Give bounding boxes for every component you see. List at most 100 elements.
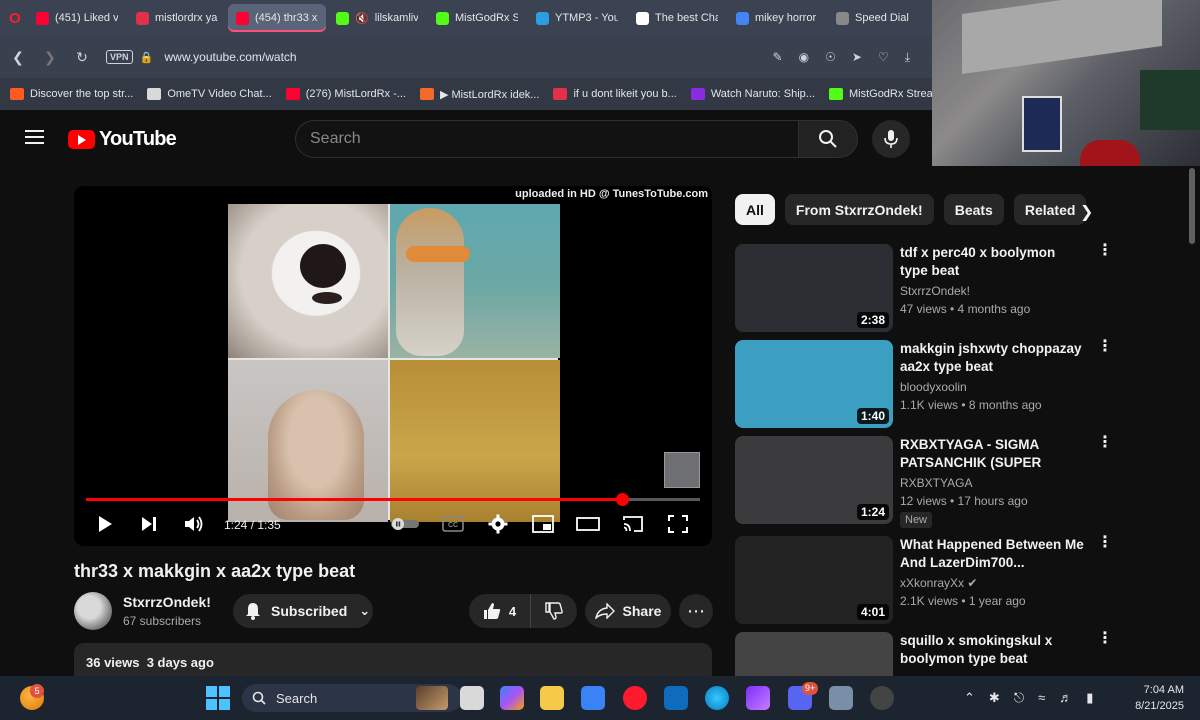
opera-logo-icon[interactable]: O (4, 7, 26, 29)
recommendation-channel[interactable]: StxrrzOndek! (900, 284, 970, 298)
more-vertical-icon[interactable]: ⋮ (1097, 339, 1113, 355)
subscribed-button[interactable]: Subscribed ⌄ (233, 594, 373, 628)
recommendation-item[interactable]: 1:40 makkgin jshxwty choppazay aa2x type … (735, 339, 1195, 432)
recommendation-thumbnail[interactable]: 2:38 (735, 244, 893, 332)
speaker-icon[interactable]: ♬ (1059, 690, 1072, 706)
wifi-icon[interactable]: ≈ (1038, 690, 1045, 706)
progress-bar[interactable] (86, 493, 700, 506)
more-vertical-icon[interactable]: ⋮ (1097, 243, 1113, 259)
captions-button[interactable]: CC (442, 514, 464, 534)
file-explorer-icon[interactable] (540, 686, 564, 710)
bookmark-item[interactable]: if u dont likeit you b... (553, 88, 677, 100)
recommendation-item[interactable]: 1:24 RXBXTYAGA - SIGMA PATSANCHIK (SUPER … (735, 435, 1195, 528)
obs-icon[interactable] (870, 686, 894, 710)
camera-app-icon[interactable] (829, 686, 853, 710)
edit-icon[interactable]: ✎ (773, 50, 783, 65)
send-icon[interactable]: ➤ (852, 50, 862, 65)
more-vertical-icon[interactable]: ⋮ (1097, 631, 1113, 647)
volume-button[interactable] (184, 514, 204, 534)
bookmark-item[interactable]: ▶ MistLordRx idek... (419, 88, 539, 101)
recommendation-title[interactable]: makkgin jshxwty choppazay aa2x type beat… (900, 340, 1085, 378)
camera-icon[interactable]: ◉ (799, 50, 809, 65)
browser-tab[interactable]: Speed Dial (828, 4, 917, 32)
recommendation-item[interactable]: 4:01 What Happened Between Me And LazerDi… (735, 535, 1195, 628)
progress-scrubber[interactable] (616, 493, 630, 506)
recommendation-title[interactable]: RXBXTYAGA - SIGMA PATSANCHIK (SUPER SPEE… (900, 436, 1085, 474)
browser-tab[interactable]: The best Chatt (628, 4, 726, 32)
url-field[interactable]: www.youtube.com/watch (165, 50, 297, 64)
recommendation-channel[interactable]: xXkonrayXx ✔ (900, 576, 977, 590)
vpn-badge[interactable]: VPN (106, 50, 133, 64)
forward-icon[interactable]: ❯ (42, 49, 58, 66)
lock-icon[interactable]: 🔒 (139, 51, 155, 64)
search-input[interactable] (310, 130, 798, 148)
filter-chip[interactable]: Beats (943, 194, 1004, 225)
clipchamp-icon[interactable] (746, 686, 770, 710)
recommendation-channel[interactable]: bloodyxoolin (900, 380, 967, 394)
youtube-logo[interactable]: YouTube (68, 128, 177, 151)
browser-tab[interactable]: 🔇 lilskamlive (328, 4, 426, 32)
menu-icon[interactable] (25, 130, 44, 144)
more-vertical-icon[interactable]: ⋮ (1097, 435, 1113, 451)
copilot-icon[interactable] (500, 686, 524, 710)
autoplay-toggle[interactable] (390, 514, 420, 534)
recommendation-title[interactable]: tdf x perc40 x boolymon type beat (900, 244, 1085, 280)
share-button[interactable]: Share (585, 594, 671, 628)
browser-tab[interactable]: (451) Liked vide (28, 4, 126, 32)
fullscreen-button[interactable] (668, 514, 688, 534)
miniplayer-button[interactable] (532, 514, 554, 534)
chevron-up-icon[interactable]: ⌃ (964, 690, 975, 706)
filter-chip[interactable]: From StxrrzOndek! (784, 194, 934, 225)
more-actions-button[interactable]: ⋯ (679, 594, 713, 628)
settings-button[interactable] (488, 514, 508, 534)
back-icon[interactable]: ❮ (10, 49, 26, 66)
taskbar-clock[interactable]: 7:04 AM 8/21/2025 (1122, 682, 1184, 714)
search-button[interactable] (798, 120, 858, 158)
recommendation-thumbnail[interactable]: 4:01 (735, 536, 893, 624)
browser-tab[interactable]: (454) thr33 x makkgin x a (228, 4, 326, 32)
bookmark-item[interactable]: Discover the top str... (10, 88, 133, 100)
video-player[interactable]: uploaded in HD @ TunesToTube.com 1:24 / … (74, 186, 712, 546)
reload-icon[interactable]: ↻ (74, 49, 90, 66)
windows-start-icon[interactable] (206, 686, 230, 710)
download-icon[interactable]: ⤓ (905, 50, 910, 65)
opera-taskbar-icon[interactable] (623, 686, 647, 710)
page-scrollbar[interactable] (1188, 168, 1196, 675)
more-vertical-icon[interactable]: ⋮ (1097, 535, 1113, 551)
play-button[interactable] (96, 514, 114, 534)
next-button[interactable] (140, 514, 158, 534)
recommendation-title[interactable]: squillo x smokingskul x boolymon type be… (900, 632, 1085, 668)
shield-icon[interactable]: ☉ (825, 50, 836, 65)
bluetooth-icon[interactable]: ✱ (989, 690, 1000, 706)
bookmark-item[interactable]: (276) MistLordRx -... (285, 88, 406, 100)
browser-tab[interactable]: YTMP3 - YouTu (528, 4, 626, 32)
cast-button[interactable] (622, 514, 644, 534)
task-view-icon[interactable] (460, 686, 484, 710)
dislike-button[interactable] (531, 594, 577, 628)
filter-chip[interactable]: All (735, 194, 775, 225)
recommendation-title[interactable]: What Happened Between Me And LazerDim700… (900, 536, 1085, 572)
recommendation-thumbnail[interactable]: 1:24 (735, 436, 893, 524)
edge-icon[interactable] (705, 686, 729, 710)
theater-mode-button[interactable] (576, 514, 600, 534)
bookmark-item[interactable]: OmeTV Video Chat... (147, 88, 272, 100)
bookmark-item[interactable]: Watch Naruto: Ship... (690, 88, 815, 100)
channel-name[interactable]: StxrrzOndek! (123, 594, 211, 610)
recommendation-item[interactable]: 2:38 tdf x perc40 x boolymon type beat Stx… (735, 243, 1195, 336)
browser-tab[interactable]: mikey horror m (728, 4, 826, 32)
microphone-tray-icon[interactable]: ⎋ (1014, 690, 1024, 706)
chips-next-icon[interactable]: ❯ (1080, 202, 1093, 222)
taskbar-search[interactable]: Search (242, 684, 462, 712)
channel-avatar[interactable] (74, 592, 112, 630)
heart-icon[interactable]: ♡ (878, 50, 889, 65)
browser-tab[interactable]: MistGodRx Stre (428, 4, 526, 32)
outlook-icon[interactable] (664, 686, 688, 710)
microsoft-store-icon[interactable] (581, 686, 605, 710)
recommendation-thumbnail[interactable]: 1:40 (735, 340, 893, 428)
voice-search-button[interactable] (872, 120, 910, 158)
battery-icon[interactable]: ▮ (1086, 690, 1093, 706)
like-button[interactable]: 4 (469, 594, 531, 628)
browser-tab[interactable]: mistlordrx yall (128, 4, 226, 32)
recommendation-channel[interactable]: RXBXTYAGA (900, 476, 972, 490)
filter-chip[interactable]: Related (1013, 194, 1087, 225)
